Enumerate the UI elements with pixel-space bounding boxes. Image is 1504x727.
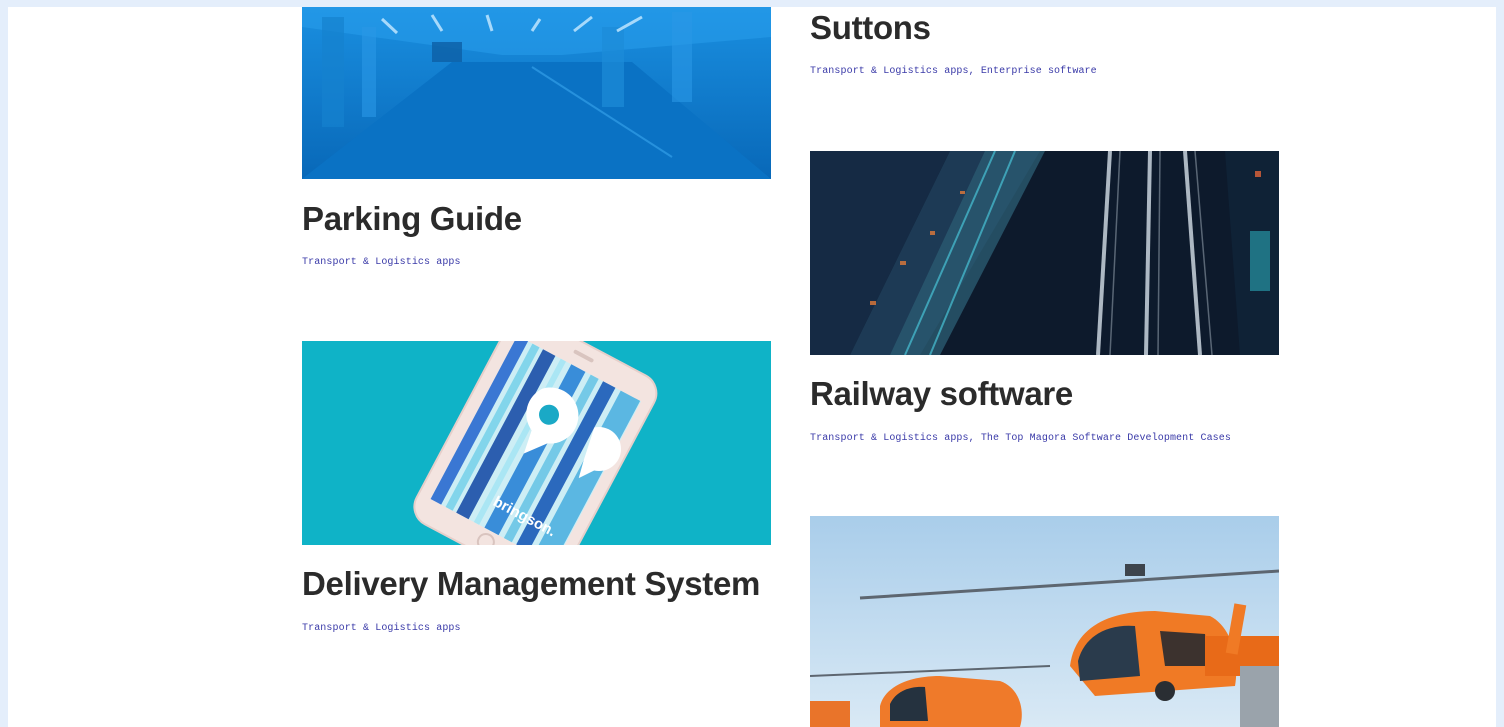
delivery-management-tags[interactable]: Transport & Logistics apps — [302, 623, 461, 634]
suttons-tags[interactable]: Transport & Logistics apps, Enterprise s… — [810, 66, 1097, 77]
parking-guide-tags[interactable]: Transport & Logistics apps — [302, 257, 461, 268]
parking-guide-title[interactable]: Parking Guide — [302, 200, 522, 238]
suttons-tag-link[interactable]: Transport & Logistics apps, Enterprise s… — [810, 66, 1097, 77]
parking-guide-tag-link[interactable]: Transport & Logistics apps — [302, 257, 461, 268]
railway-software-image[interactable] — [810, 151, 1279, 355]
delivery-management-title[interactable]: Delivery Management System — [302, 565, 760, 603]
delivery-management-image[interactable]: bringson. — [302, 341, 771, 545]
railway-software-tags[interactable]: Transport & Logistics apps, The Top Mago… — [810, 433, 1231, 444]
parking-guide-image[interactable] — [302, 7, 771, 179]
railway-software-title[interactable]: Railway software — [810, 375, 1073, 413]
suttons-title[interactable]: Suttons — [810, 9, 931, 47]
helicopter-project-image[interactable] — [810, 516, 1279, 727]
delivery-management-tag-link[interactable]: Transport & Logistics apps — [302, 623, 461, 634]
railway-software-tag-link[interactable]: Transport & Logistics apps, The Top Mago… — [810, 433, 1231, 444]
project-grid: Parking Guide Transport & Logistics apps — [8, 7, 1496, 727]
